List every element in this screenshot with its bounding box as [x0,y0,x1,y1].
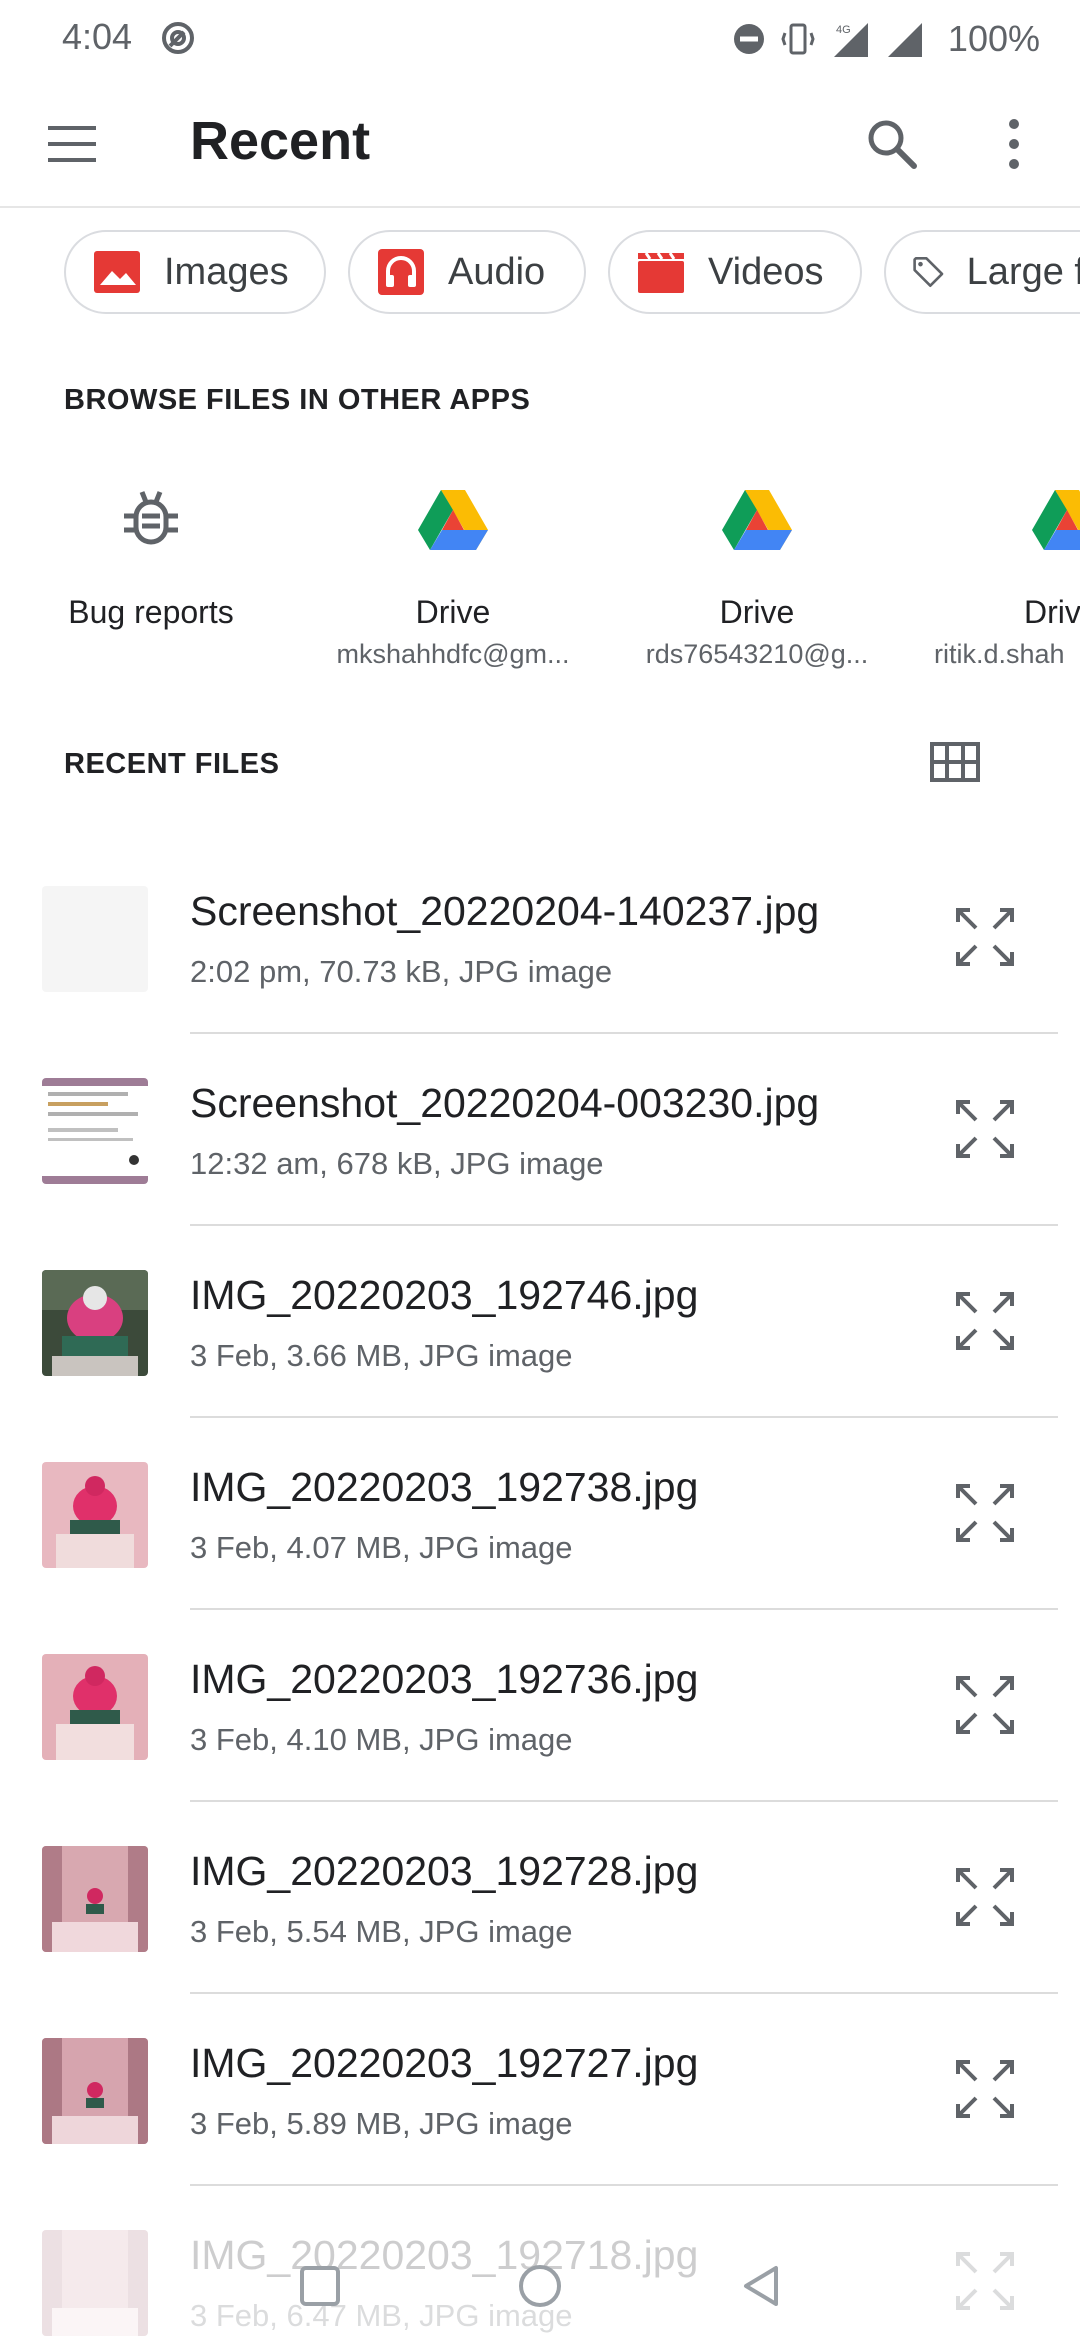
file-row[interactable]: Screenshot_20220204-003230.jpg 12:32 am,… [0,1060,1080,1252]
chip-audio[interactable]: Audio [348,230,586,314]
app-name: Drive [719,594,795,630]
tag-icon [913,256,944,288]
grid-view-icon[interactable] [930,742,980,782]
app-drive-3[interactable]: Drive ritik.d.shah [922,470,1080,670]
file-thumbnail [42,1654,148,1760]
file-meta: 3 Feb, 5.89 MB, JPG image [190,2106,573,2141]
app-bug-reports[interactable]: Bug reports [16,470,286,631]
browse-section-title: BROWSE FILES IN OTHER APPS [64,384,531,416]
status-time: 4:04 [62,16,133,57]
chip-label: Videos [708,250,824,293]
signal-4g-icon: 4G [833,23,868,57]
chip-label: Audio [448,250,546,293]
chip-label: Large files [966,250,1080,293]
bug-icon [124,491,178,545]
file-name: IMG_20220203_192736.jpg [190,1656,699,1702]
file-name: IMG_20220203_192727.jpg [190,2040,699,2086]
file-meta: 2:02 pm, 70.73 kB, JPG image [190,954,613,989]
search-icon[interactable] [862,114,922,174]
app-account: ritik.d.shah [934,639,1065,669]
file-row[interactable]: IMG_20220203_192746.jpg 3 Feb, 3.66 MB, … [0,1252,1080,1444]
file-row[interactable]: IMG_20220203_192738.jpg 3 Feb, 4.07 MB, … [0,1444,1080,1636]
file-thumbnail [42,1078,148,1184]
app-account: rds76543210@g... [645,639,869,669]
divider [190,1608,1058,1610]
divider [190,1224,1058,1226]
app-name: Drive [1024,594,1080,630]
file-name: IMG_20220203_192746.jpg [190,1272,699,1318]
expand-icon[interactable] [952,1288,1018,1354]
divider [190,1416,1058,1418]
system-navigation-bar [0,2240,1080,2340]
chip-images[interactable]: Images [64,230,326,314]
app-name: Bug reports [68,594,234,630]
expand-icon[interactable] [952,1672,1018,1738]
file-name: IMG_20220203_192728.jpg [190,1848,699,1894]
file-thumbnail [42,2038,148,2144]
back-triangle-icon[interactable] [734,2258,790,2314]
more-vert-icon[interactable] [996,114,1032,174]
at-sign-icon [162,22,194,54]
file-meta: 3 Feb, 3.66 MB, JPG image [190,1338,573,1373]
recents-square-icon[interactable] [292,2258,348,2314]
app-account: mkshahhdfc@gm... [336,639,570,669]
app-name: Drive [415,594,491,630]
file-meta: 3 Feb, 5.54 MB, JPG image [190,1914,573,1949]
divider [190,1800,1058,1802]
battery-percent: 100% [947,18,1040,59]
status-bar: 4:04 4G 100% [0,0,1080,80]
file-thumbnail [42,1846,148,1952]
category-chips: Images Audio Videos Large files [0,230,1080,316]
headphones-icon [378,249,424,295]
file-name: Screenshot_20220204-140237.jpg [190,888,820,934]
image-icon [94,251,140,293]
file-meta: 3 Feb, 4.07 MB, JPG image [190,1530,573,1565]
divider [190,2184,1058,2186]
file-meta: 3 Feb, 4.10 MB, JPG image [190,1722,573,1757]
expand-icon[interactable] [952,2056,1018,2122]
file-row[interactable]: IMG_20220203_192728.jpg 3 Feb, 5.54 MB, … [0,1828,1080,2020]
file-thumbnail [42,1462,148,1568]
chip-large-files[interactable]: Large files [884,230,1080,314]
menu-icon[interactable] [44,120,104,168]
expand-icon[interactable] [952,1096,1018,1162]
file-name: IMG_20220203_192738.jpg [190,1464,699,1510]
signal-icon [887,23,922,57]
chip-label: Images [164,250,289,293]
file-thumbnail [42,1270,148,1376]
divider [190,1992,1058,1994]
app-bar: Recent [0,80,1080,208]
chip-videos[interactable]: Videos [608,230,862,314]
app-drive-2[interactable]: Drive rds76543210@g... [622,470,892,670]
svg-text:4G: 4G [836,24,851,36]
app-drive-1[interactable]: Drive mkshahhdfc@gm... [318,470,588,670]
file-row[interactable]: IMG_20220203_192727.jpg 3 Feb, 5.89 MB, … [0,2020,1080,2212]
do-not-disturb-icon [733,24,764,54]
expand-icon[interactable] [952,1864,1018,1930]
recent-files-list: Screenshot_20220204-140237.jpg 2:02 pm, … [0,868,1080,2340]
file-thumbnail [42,886,148,992]
file-row[interactable]: Screenshot_20220204-140237.jpg 2:02 pm, … [0,868,1080,1060]
file-name: Screenshot_20220204-003230.jpg [190,1080,820,1126]
google-drive-icon [418,490,488,550]
vibrate-icon [781,23,815,55]
video-clapper-icon [638,252,684,293]
recent-section-title: RECENT FILES [64,748,280,780]
file-row[interactable]: IMG_20220203_192736.jpg 3 Feb, 4.10 MB, … [0,1636,1080,1828]
divider [190,1032,1058,1034]
page-title: Recent [190,111,371,171]
file-meta: 12:32 am, 678 kB, JPG image [190,1146,604,1181]
home-circle-icon[interactable] [512,2258,568,2314]
expand-icon[interactable] [952,1480,1018,1546]
google-drive-icon [722,490,792,550]
expand-icon[interactable] [952,904,1018,970]
other-apps-row: Bug reports Drive mkshahhdfc@gm... Drive… [0,470,1080,680]
google-drive-icon [1032,490,1080,550]
